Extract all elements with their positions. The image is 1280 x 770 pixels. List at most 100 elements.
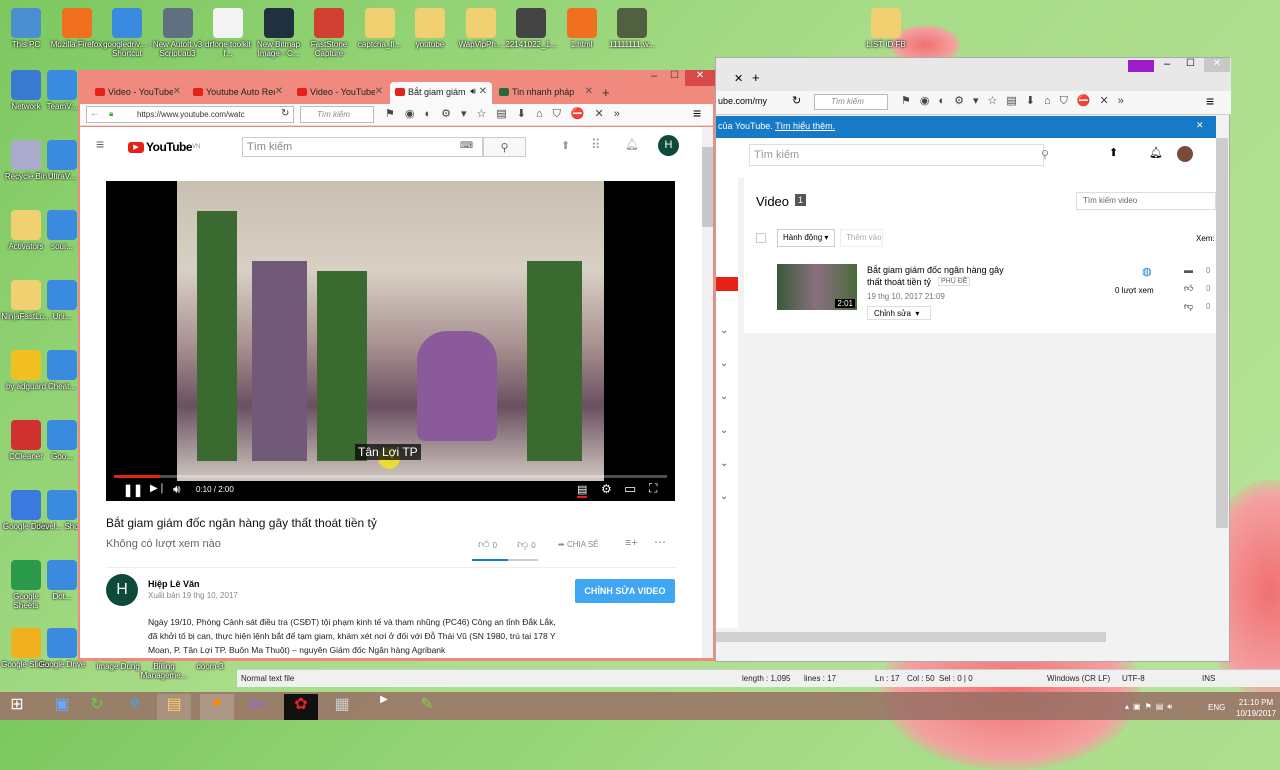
- desktop-icon-list-id-fb[interactable]: LIST ID FB: [860, 8, 912, 49]
- upload-icon[interactable]: ⬆: [561, 139, 570, 152]
- desktop-icon[interactable]: 11111111.w...: [606, 8, 658, 49]
- browser-tab[interactable]: Tin nhanh pháp ✕: [494, 82, 598, 104]
- maximize-button[interactable]: ☐: [1186, 58, 1195, 69]
- browser-tab[interactable]: Video - YouTube ✕: [292, 82, 388, 104]
- tab-close-icon[interactable]: ✕: [374, 86, 383, 97]
- horizontal-scrollbar[interactable]: [716, 632, 1106, 642]
- language-indicator[interactable]: ENG: [1208, 703, 1225, 712]
- maximize-button[interactable]: ☐: [670, 70, 679, 81]
- youtube-app-icon[interactable]: ▶: [367, 694, 401, 720]
- internet-explorer-icon[interactable]: e: [118, 694, 152, 720]
- desktop-icon[interactable]: Image Dung: [92, 662, 144, 671]
- minimize-button[interactable]: –: [1164, 58, 1170, 70]
- reload-icon[interactable]: ↻: [792, 94, 801, 107]
- close-button[interactable]: ✕: [685, 70, 715, 86]
- tab-close-icon[interactable]: ✕: [584, 86, 593, 97]
- tab-close-icon[interactable]: ✕: [172, 86, 181, 97]
- captions-button[interactable]: ▤: [577, 483, 588, 498]
- taskbar-app-icon[interactable]: ↻: [80, 694, 114, 720]
- desktop-icon[interactable]: drfone toolkit f...: [202, 8, 254, 58]
- progress-bar[interactable]: [114, 475, 667, 478]
- browser-tab[interactable]: Bắt giam giám 🔊︎ ✕: [390, 82, 492, 104]
- chevron-down-icon[interactable]: ⌄: [720, 325, 728, 336]
- tab-close-icon[interactable]: ✕: [734, 72, 743, 85]
- desktop-icon[interactable]: doom-3: [184, 662, 236, 671]
- edit-dropdown[interactable]: Chỉnh sửa ▾: [867, 306, 931, 320]
- system-tray-icons[interactable]: ▴▣⚑▤🔊︎: [1125, 702, 1176, 712]
- taskbar-app-icon[interactable]: ▦: [325, 694, 359, 720]
- tab-close-icon[interactable]: ✕: [274, 86, 283, 97]
- next-button[interactable]: ▶❘: [150, 483, 166, 494]
- browser-tab[interactable]: Youtube Auto Reup ✕: [188, 82, 288, 104]
- audio-playing-icon[interactable]: 🔊︎: [470, 86, 476, 97]
- yt-search-input[interactable]: Tìm kiếm: [749, 144, 1044, 166]
- desktop-icon[interactable]: This PC: [0, 8, 52, 49]
- channel-avatar[interactable]: H: [106, 574, 138, 606]
- visual-studio-icon[interactable]: ⋈: [240, 694, 274, 720]
- menu-icon[interactable]: ≡: [1206, 93, 1214, 109]
- edit-video-button[interactable]: CHỈNH SỬA VIDEO: [575, 579, 675, 603]
- taskbar-app-icon[interactable]: ▣: [45, 694, 79, 720]
- vertical-scrollbar[interactable]: [1216, 138, 1228, 528]
- firefox-icon[interactable]: ●: [200, 694, 234, 720]
- like-button[interactable]: 👍︎ 0: [478, 538, 497, 551]
- search-box[interactable]: Tìm kiếm: [814, 94, 888, 110]
- avatar[interactable]: [1177, 146, 1193, 162]
- notepad-plus-icon[interactable]: ✎: [410, 694, 444, 720]
- video-player[interactable]: Tân Lợi TP ❚❚ ▶❘ 🔊︎ 0:10 / 2:00 ▤ ⚙ ▭ ⛶: [106, 181, 675, 501]
- scrollbar[interactable]: [702, 127, 713, 658]
- desktop-icon[interactable]: 22141022_1...: [505, 8, 557, 49]
- banner-close-icon[interactable]: ✕: [1196, 120, 1204, 131]
- desktop-icon[interactable]: youtube: [404, 8, 456, 49]
- dislike-button[interactable]: 👎︎ 0: [517, 538, 536, 551]
- desktop-icon[interactable]: Mozilla Firefox: [51, 8, 103, 49]
- bell-icon[interactable]: 🔔︎: [625, 138, 639, 151]
- address-bar[interactable]: ube.com/my: [718, 96, 767, 106]
- theater-mode-button[interactable]: ▭: [624, 481, 636, 497]
- desktop-icon[interactable]: Billing Manageme...: [138, 662, 190, 680]
- toolbar-addon-icons[interactable]: ⚑◉◐⚙▾☆▤⬇⌂⛉⛔✕»: [385, 107, 630, 121]
- clock[interactable]: 21:10 PM 10/19/2017: [1236, 697, 1276, 719]
- video-thumbnail[interactable]: 2:01: [777, 264, 857, 310]
- background-browser-window[interactable]: ✕ + – ☐ ✕ ube.com/my ↻ Tìm kiếm ⚑◉◐⚙▾☆▤⬇…: [715, 57, 1231, 662]
- pause-button[interactable]: ❚❚: [123, 483, 143, 497]
- search-icon[interactable]: ⚲: [1041, 148, 1049, 161]
- desktop-icon[interactable]: FastStone Capture: [303, 8, 355, 58]
- browser-tab[interactable]: Video - YouTube ✕: [90, 82, 186, 104]
- fullscreen-button[interactable]: ⛶: [649, 481, 657, 496]
- address-bar[interactable]: ← 🔒︎ https://www.youtube.com/watc ↻: [86, 106, 294, 123]
- add-to-playlist-icon[interactable]: ≡+: [625, 537, 638, 549]
- desktop-icon[interactable]: captcha_fi...: [354, 8, 406, 49]
- start-button[interactable]: ⊞: [0, 694, 34, 720]
- hamburger-menu-icon[interactable]: ≡: [96, 136, 104, 152]
- upload-icon[interactable]: ⬆: [1109, 146, 1118, 159]
- channel-name[interactable]: Hiệp Lê Văn: [148, 579, 200, 589]
- chevron-down-icon[interactable]: ⌄: [720, 425, 728, 436]
- avatar[interactable]: H: [658, 135, 679, 156]
- chevron-down-icon[interactable]: ⌄: [720, 491, 728, 502]
- desktop-icon[interactable]: WapVipPh...: [455, 8, 507, 49]
- search-box[interactable]: Tìm kiếm: [300, 106, 374, 123]
- chevron-down-icon[interactable]: ⌄: [720, 358, 728, 369]
- apps-grid-icon[interactable]: ⠿: [591, 137, 601, 153]
- search-button[interactable]: ⚲: [483, 137, 526, 157]
- foreground-browser-window[interactable]: – ☐ ✕ Video - YouTube ✕ Youtube Auto Reup ✕…: [78, 70, 715, 661]
- close-button[interactable]: ✕: [1204, 58, 1230, 72]
- taskbar-app-icon[interactable]: ✿: [284, 694, 318, 720]
- search-video-input[interactable]: Tìm kiếm video: [1076, 192, 1216, 210]
- youtube-logo[interactable]: ▶ YouTube VN: [128, 140, 200, 154]
- minimize-button[interactable]: –: [651, 70, 657, 82]
- share-button[interactable]: ➦ CHIA SẺ: [558, 540, 599, 549]
- actions-dropdown[interactable]: Hành động ▾: [777, 229, 835, 247]
- desktop-icon[interactable]: New Bitmap Image - C...: [253, 8, 305, 58]
- file-explorer-icon[interactable]: ▤: [157, 694, 191, 720]
- back-icon[interactable]: ←: [90, 108, 100, 119]
- volume-button[interactable]: 🔊︎: [173, 482, 181, 497]
- desktop-icon[interactable]: 1.html: [556, 8, 608, 49]
- new-tab-button[interactable]: +: [602, 85, 610, 100]
- add-to-button[interactable]: Thêm vào: [840, 229, 883, 247]
- toolbar-addon-icons[interactable]: ⚑◉◐⚙▾☆▤⬇⌂⛉⛔✕»: [901, 94, 1133, 108]
- chevron-down-icon[interactable]: ⌄: [720, 391, 728, 402]
- learn-more-link[interactable]: Tìm hiểu thêm.: [775, 121, 835, 131]
- new-tab-button[interactable]: +: [752, 70, 760, 85]
